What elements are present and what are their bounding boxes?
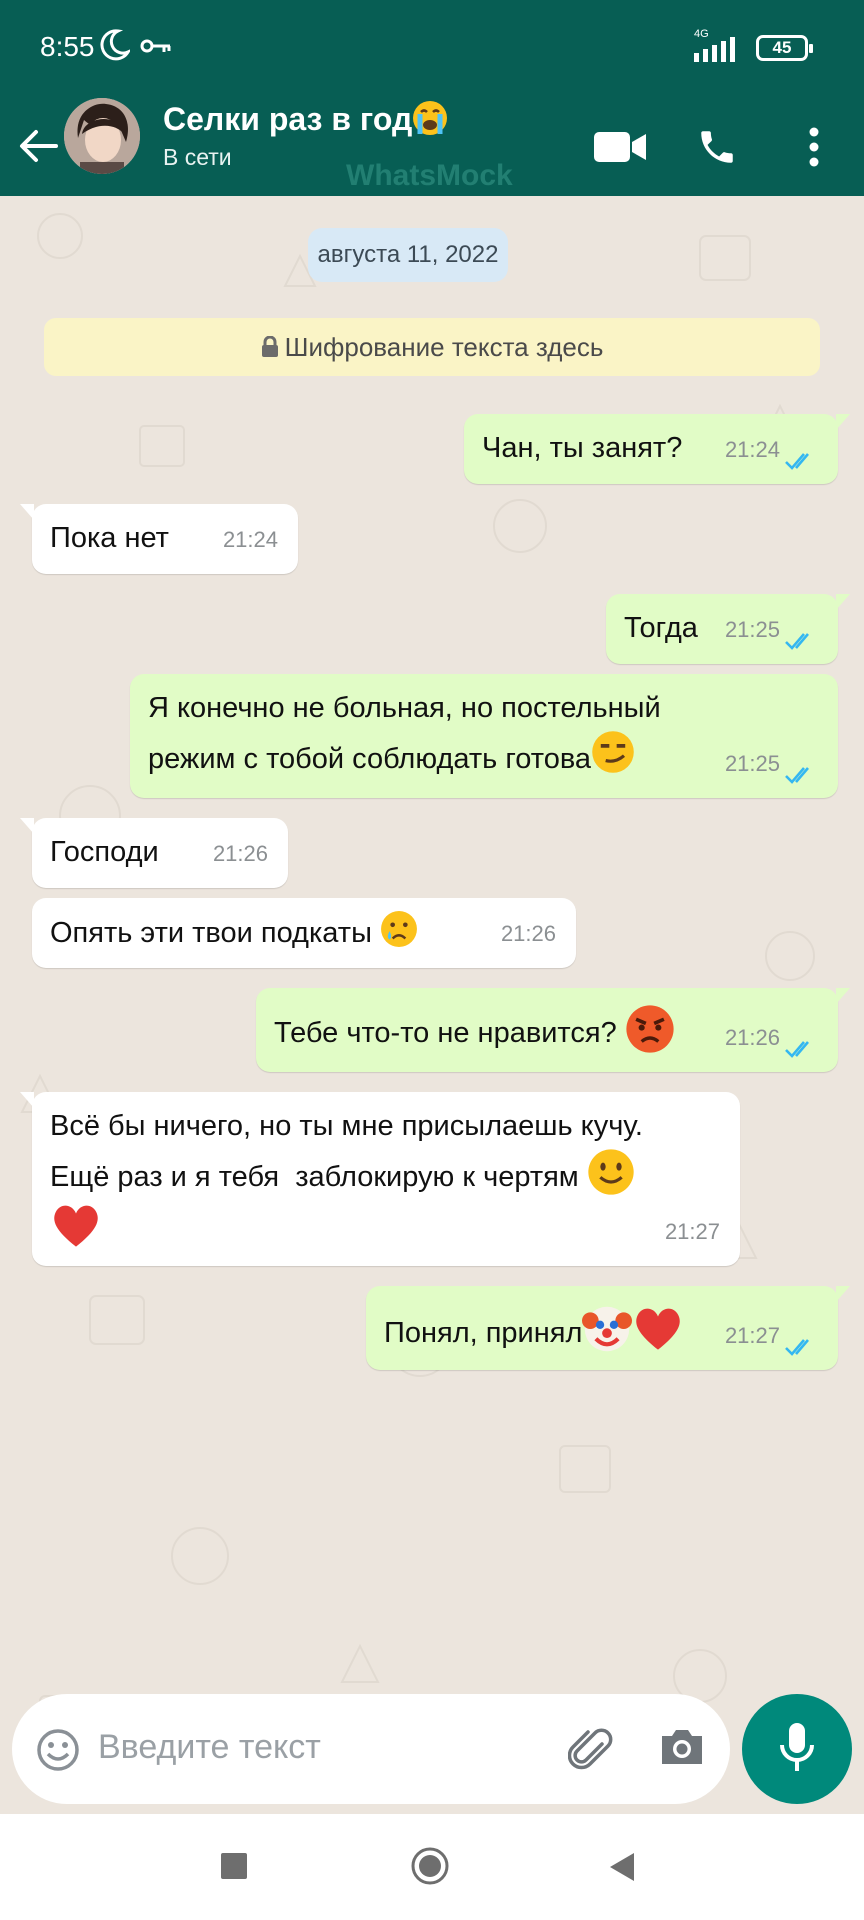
- message-text-content: Всё бы ничего, но ты мне присылаешь кучу…: [50, 1110, 643, 1193]
- message-text-content: Я конечно не больная, но постельный режи…: [148, 692, 661, 775]
- message-text: Опять эти твои подкаты: [50, 910, 558, 955]
- message-bubble-outgoing[interactable]: Чан, ты занят? 21:24: [464, 414, 850, 484]
- vpn-key-icon: [140, 39, 171, 53]
- emoji-icon[interactable]: [36, 1728, 80, 1772]
- watermark: WhatsMock: [346, 159, 513, 192]
- message-composer[interactable]: Введите текст: [12, 1694, 730, 1804]
- message-time: 21:27: [664, 1219, 720, 1244]
- system-nav-bar: [0, 1814, 864, 1920]
- lock-icon: [261, 335, 278, 357]
- read-ticks-icon: [785, 633, 809, 650]
- back-arrow-icon[interactable]: [18, 128, 58, 164]
- date-separator: августа 11, 2022: [308, 228, 508, 282]
- red-heart-emoji: [54, 1205, 98, 1247]
- message-text-content: Опять эти твои подкаты: [50, 917, 372, 949]
- status-bar: 8:55 4G 45: [0, 0, 864, 96]
- slightly-smiling-face-emoji: [588, 1149, 634, 1195]
- message-bubble-outgoing[interactable]: Я конечно не больная, но постельный режи…: [130, 674, 838, 798]
- more-options-icon[interactable]: [806, 126, 822, 168]
- back-triangle-icon[interactable]: [608, 1852, 636, 1882]
- recents-square-icon[interactable]: [220, 1852, 248, 1880]
- contact-name-text: Селки раз в год: [163, 101, 413, 137]
- read-ticks-icon: [785, 767, 809, 784]
- phone-call-icon[interactable]: [696, 126, 738, 168]
- battery-icon: 45: [756, 35, 813, 61]
- message-time: 21:26: [212, 841, 268, 866]
- crying-face-emoji: [381, 911, 417, 947]
- mic-icon: [780, 1723, 814, 1771]
- read-ticks-icon: [785, 1041, 809, 1058]
- read-ticks-icon: [785, 453, 809, 470]
- mic-button[interactable]: [742, 1694, 852, 1804]
- message-text: Я конечно не больная, но постельный режи…: [148, 686, 820, 781]
- home-circle-icon[interactable]: [410, 1846, 450, 1886]
- message-text: Всё бы ничего, но ты мне присылаешь кучу…: [50, 1104, 722, 1252]
- status-time: 8:55: [40, 31, 95, 62]
- encryption-notice[interactable]: Шифрование текста здесь: [44, 318, 820, 376]
- message-time: 21:24: [222, 527, 278, 552]
- contact-name[interactable]: Селки раз в год: [163, 100, 448, 138]
- message-text-content: Понял, принял: [384, 1317, 583, 1349]
- message-time: 21:26: [724, 1025, 780, 1050]
- smirking-face-emoji: [592, 731, 634, 773]
- contact-status: В сети: [163, 144, 232, 170]
- attach-icon[interactable]: [568, 1724, 614, 1774]
- message-time: 21:25: [724, 617, 780, 642]
- chat-header: Селки раз в год В сети WhatsMock: [0, 96, 864, 196]
- message-time: 21:25: [724, 751, 780, 776]
- encryption-text: Шифрование текста здесь: [284, 332, 604, 362]
- message-bubble-outgoing[interactable]: Тогда 21:25: [606, 594, 850, 664]
- message-bubble-outgoing[interactable]: Понял, принял 21:27: [366, 1286, 850, 1370]
- message-input[interactable]: Введите текст: [98, 1728, 321, 1767]
- message-bubble-outgoing[interactable]: Тебе что-то не нравится? 21:26: [256, 988, 850, 1072]
- message-text-content: Тебе что-то не нравится?: [274, 1017, 617, 1049]
- message-time: 21:26: [500, 921, 556, 946]
- clown-face-emoji: [582, 1306, 633, 1352]
- video-call-icon[interactable]: [594, 130, 648, 164]
- camera-icon[interactable]: [658, 1726, 706, 1768]
- moon-icon: [100, 29, 130, 61]
- avatar[interactable]: [64, 98, 140, 174]
- red-heart-emoji: [636, 1308, 681, 1350]
- message-time: 21:27: [724, 1323, 780, 1348]
- signal-icon: [694, 37, 735, 62]
- chat-area[interactable]: августа 11, 2022 Шифрование текста здесь…: [0, 196, 864, 1810]
- message-bubble-incoming[interactable]: Пока нет 21:24: [20, 504, 298, 574]
- loudly-crying-face-emoji: [413, 101, 448, 135]
- message-bubble-incoming[interactable]: Всё бы ничего, но ты мне присылаешь кучу…: [20, 1092, 740, 1266]
- angry-face-emoji: [626, 1005, 674, 1053]
- message-bubble-incoming[interactable]: Господи 21:26: [20, 818, 288, 888]
- battery-level: 45: [772, 38, 792, 57]
- read-ticks-icon: [785, 1339, 809, 1356]
- message-time: 21:24: [724, 437, 780, 462]
- message-bubble-incoming[interactable]: Опять эти твои подкаты 21:26: [32, 898, 576, 968]
